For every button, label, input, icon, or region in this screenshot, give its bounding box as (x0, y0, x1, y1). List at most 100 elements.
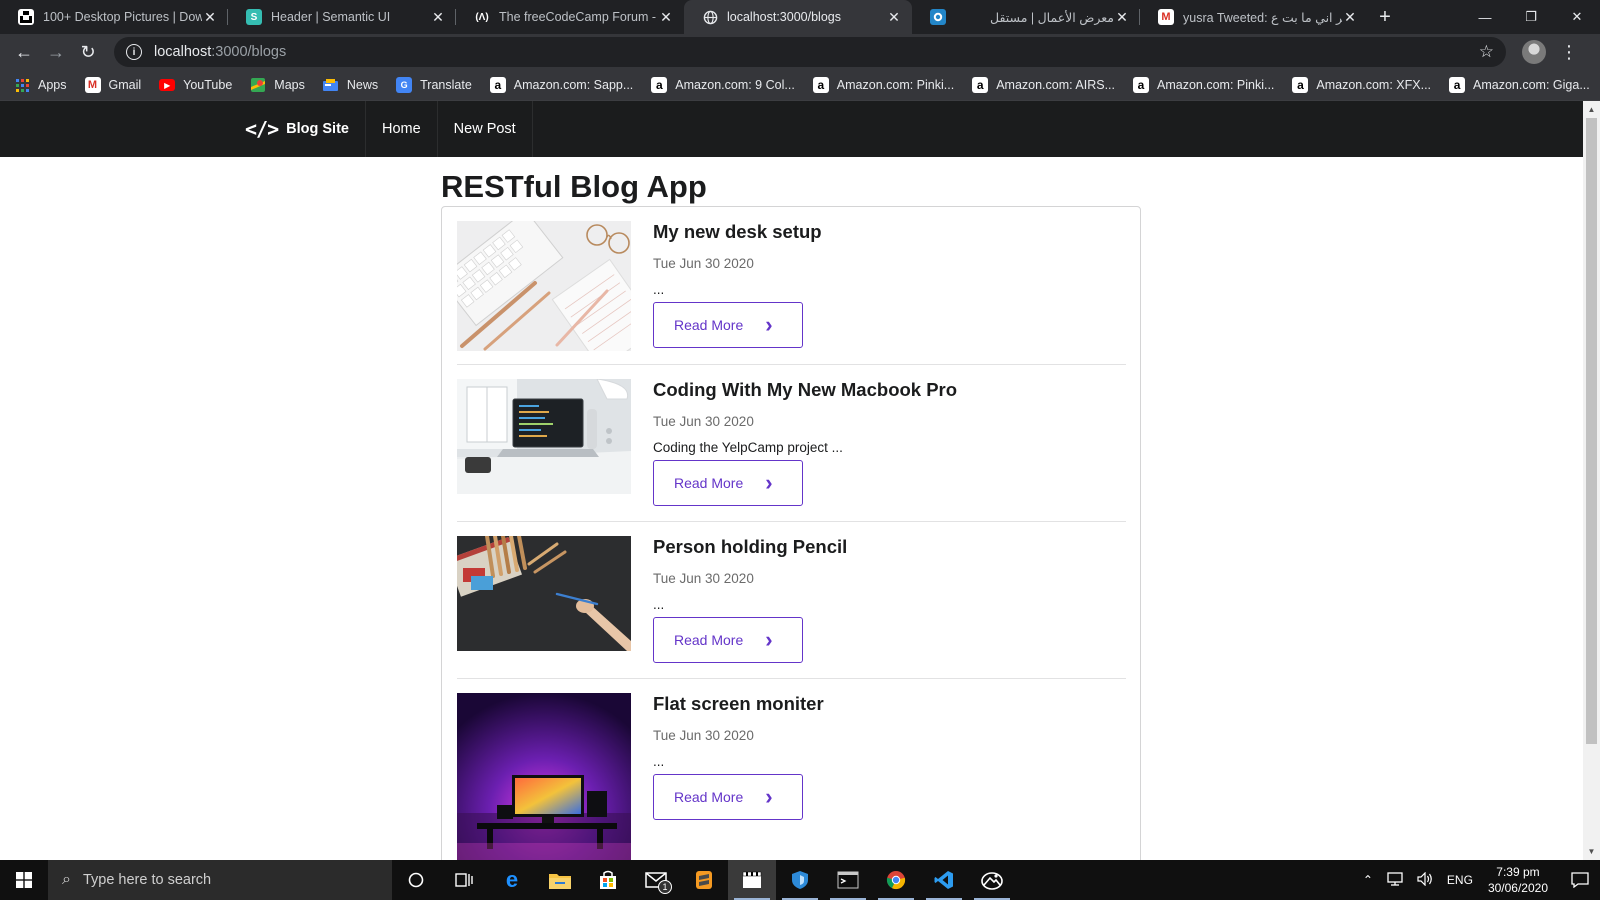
bookmark-amazon-2[interactable]: a Amazon.com: 9 Col... (651, 77, 795, 93)
site-info-icon[interactable]: i (126, 44, 142, 60)
chevron-up-icon[interactable]: ⌃ (1363, 873, 1373, 887)
store-icon[interactable] (584, 860, 632, 900)
pencil-image[interactable] (457, 536, 631, 651)
post-title[interactable]: My new desk setup (653, 221, 822, 243)
action-center-icon[interactable] (1560, 860, 1600, 900)
bookmark-amazon-3[interactable]: a Amazon.com: Pinki... (812, 77, 954, 93)
bookmark-label: YouTube (183, 78, 233, 92)
amazon-icon: a (1449, 77, 1466, 93)
volume-icon[interactable] (1417, 871, 1433, 889)
page-scrollbar[interactable]: ▲ ▼ (1583, 101, 1600, 860)
close-tab-icon[interactable]: ✕ (1114, 9, 1130, 26)
bookmark-gmail[interactable]: M Gmail (84, 77, 142, 93)
search-placeholder: Type here to search (82, 872, 212, 888)
chevron-right-icon: › (765, 627, 773, 652)
reload-icon[interactable]: ↻ (72, 36, 104, 68)
nav-home[interactable]: Home (366, 101, 438, 157)
tab-localhost[interactable]: localhost:3000/blogs ✕ (684, 0, 912, 34)
new-tab-button[interactable]: + (1368, 0, 1402, 34)
bookmark-amazon-1[interactable]: a Amazon.com: Sapp... (489, 77, 633, 93)
post-title[interactable]: Coding With My New Macbook Pro (653, 379, 957, 401)
bookmark-apps[interactable]: Apps (14, 77, 67, 93)
monitor-image[interactable] (457, 693, 631, 860)
news-icon (323, 77, 339, 93)
shield-app-icon[interactable] (776, 860, 824, 900)
file-explorer-icon[interactable] (536, 860, 584, 900)
read-more-button[interactable]: Read More › (653, 460, 803, 506)
task-view-icon[interactable] (440, 860, 488, 900)
restore-icon[interactable]: ❐ (1508, 0, 1554, 34)
desk-setup-image[interactable] (457, 221, 631, 351)
read-more-button[interactable]: Read More › (653, 774, 803, 820)
network-icon[interactable] (1387, 871, 1403, 889)
bookmark-label: Gmail (108, 78, 142, 92)
amazon-icon: a (1292, 77, 1309, 93)
post-title[interactable]: Person holding Pencil (653, 536, 847, 558)
profile-avatar[interactable] (1522, 40, 1546, 64)
unsplash-icon (18, 9, 34, 25)
language-indicator[interactable]: ENG (1447, 873, 1473, 887)
back-arrow-icon[interactable]: ← (8, 36, 40, 68)
nav-new-post[interactable]: New Post (438, 101, 533, 157)
blog-post-item: Flat screen moniter Tue Jun 30 2020 ... … (457, 693, 1126, 860)
bookmark-label: News (346, 78, 379, 92)
tab-title: 100+ Desktop Pictures | Downl (43, 10, 202, 24)
tab-mostaql[interactable]: معرض الأعمال | مستقل ✕ (912, 0, 1140, 34)
post-date: Tue Jun 30 2020 (653, 728, 754, 743)
brand-label: Blog Site (286, 121, 349, 137)
minimize-icon[interactable]: — (1462, 0, 1508, 34)
sublime-text-icon[interactable] (680, 860, 728, 900)
close-tab-icon[interactable]: ✕ (430, 9, 446, 26)
read-more-button[interactable]: Read More › (653, 302, 803, 348)
close-tab-icon[interactable]: ✕ (658, 9, 674, 26)
scrollbar-thumb[interactable] (1586, 118, 1597, 744)
freecodecamp-icon: (Λ) (475, 11, 489, 23)
code-icon: </> (245, 117, 279, 141)
tab-unsplash[interactable]: 100+ Desktop Pictures | Downl ✕ (0, 0, 228, 34)
macbook-image[interactable] (457, 379, 631, 494)
bookmark-news[interactable]: News (323, 77, 378, 93)
bookmark-amazon-7[interactable]: a Amazon.com: Giga... (1449, 77, 1590, 93)
video-editor-icon[interactable] (728, 860, 776, 900)
bookmark-amazon-5[interactable]: a Amazon.com: Pinki... (1133, 77, 1274, 93)
photos-icon[interactable] (968, 860, 1016, 900)
scroll-down-icon[interactable]: ▼ (1583, 843, 1600, 860)
post-excerpt: ... (653, 754, 665, 769)
chrome-icon[interactable] (872, 860, 920, 900)
search-icon: ⌕ (62, 871, 71, 888)
tab-gmail[interactable]: M yusra Tweeted: اكثر اني ما بت ع ✕ (1140, 0, 1368, 34)
bookmark-translate[interactable]: G Translate (396, 77, 472, 93)
close-window-icon[interactable]: ✕ (1554, 0, 1600, 34)
bookmark-youtube[interactable]: ▶ YouTube (159, 78, 232, 92)
bookmark-amazon-6[interactable]: a Amazon.com: XFX... (1292, 77, 1431, 93)
taskbar-search-input[interactable]: ⌕ Type here to search (48, 860, 392, 900)
forward-arrow-icon[interactable]: → (40, 36, 72, 68)
read-more-label: Read More (674, 789, 744, 805)
read-more-button[interactable]: Read More › (653, 617, 803, 663)
post-title[interactable]: Flat screen moniter (653, 693, 824, 715)
more-menu-icon[interactable]: ⋮ (1560, 42, 1578, 63)
bookmark-star-icon[interactable]: ☆ (1479, 42, 1494, 62)
terminal-icon[interactable] (824, 860, 872, 900)
item-divider (457, 364, 1126, 365)
cortana-icon[interactable] (392, 860, 440, 900)
edge-icon[interactable]: e (488, 860, 536, 900)
address-bar[interactable]: i localhost:3000/blogs ☆ (114, 37, 1506, 67)
bookmark-maps[interactable]: Maps (250, 77, 305, 93)
close-tab-icon[interactable]: ✕ (886, 9, 902, 26)
mail-icon[interactable]: 1 (632, 860, 680, 900)
close-tab-icon[interactable]: ✕ (1342, 9, 1358, 26)
scroll-up-icon[interactable]: ▲ (1583, 101, 1600, 118)
close-tab-icon[interactable]: ✕ (202, 9, 218, 26)
vscode-icon[interactable] (920, 860, 968, 900)
post-date: Tue Jun 30 2020 (653, 256, 754, 271)
windows-start-icon[interactable] (0, 860, 48, 900)
tab-semantic-ui[interactable]: S Header | Semantic UI ✕ (228, 0, 456, 34)
clock-date: 30/06/2020 (1487, 881, 1548, 895)
post-date: Tue Jun 30 2020 (653, 414, 754, 429)
tab-freecodecamp[interactable]: (Λ) The freeCodeCamp Forum - Jo ✕ (456, 0, 684, 34)
tab-title: yusra Tweeted: اكثر اني ما بت ع (1183, 10, 1342, 25)
bookmark-amazon-4[interactable]: a Amazon.com: AIRS... (972, 77, 1115, 93)
brand-link[interactable]: </> Blog Site (231, 101, 366, 157)
clock[interactable]: 7:39 pm 30/06/2020 (1488, 864, 1548, 896)
